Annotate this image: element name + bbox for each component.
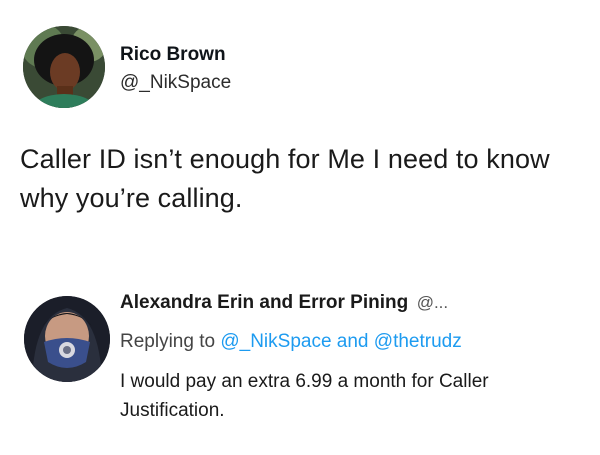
author-avatar[interactable]	[23, 26, 105, 108]
author-handle[interactable]: @_NikSpace	[120, 72, 231, 94]
reply-author-avatar[interactable]	[24, 296, 110, 382]
tweet-card: Rico Brown @_NikSpace Caller ID isn’t en…	[0, 0, 600, 455]
reply-header: Alexandra Erin and Error Pining @...	[120, 292, 448, 314]
author-name[interactable]: Rico Brown	[120, 44, 231, 66]
reply-text: I would pay an extra 6.99 a month for Ca…	[120, 371, 489, 421]
tweet-text: Caller ID isn’t enough for Me I need to …	[20, 144, 550, 213]
replying-to-label: Replying to	[120, 331, 216, 352]
author-info: Rico Brown @_NikSpace	[120, 44, 231, 94]
mention-link[interactable]: @thetrudz	[374, 331, 462, 352]
mention-conjunction: and	[336, 331, 369, 352]
reply-author-handle[interactable]: @...	[417, 293, 448, 312]
reply-author-name[interactable]: Alexandra Erin and Error Pining	[120, 292, 408, 313]
replying-to-line: Replying to @_NikSpace and @thetrudz	[120, 331, 462, 353]
mention-link[interactable]: @_NikSpace	[220, 331, 331, 352]
